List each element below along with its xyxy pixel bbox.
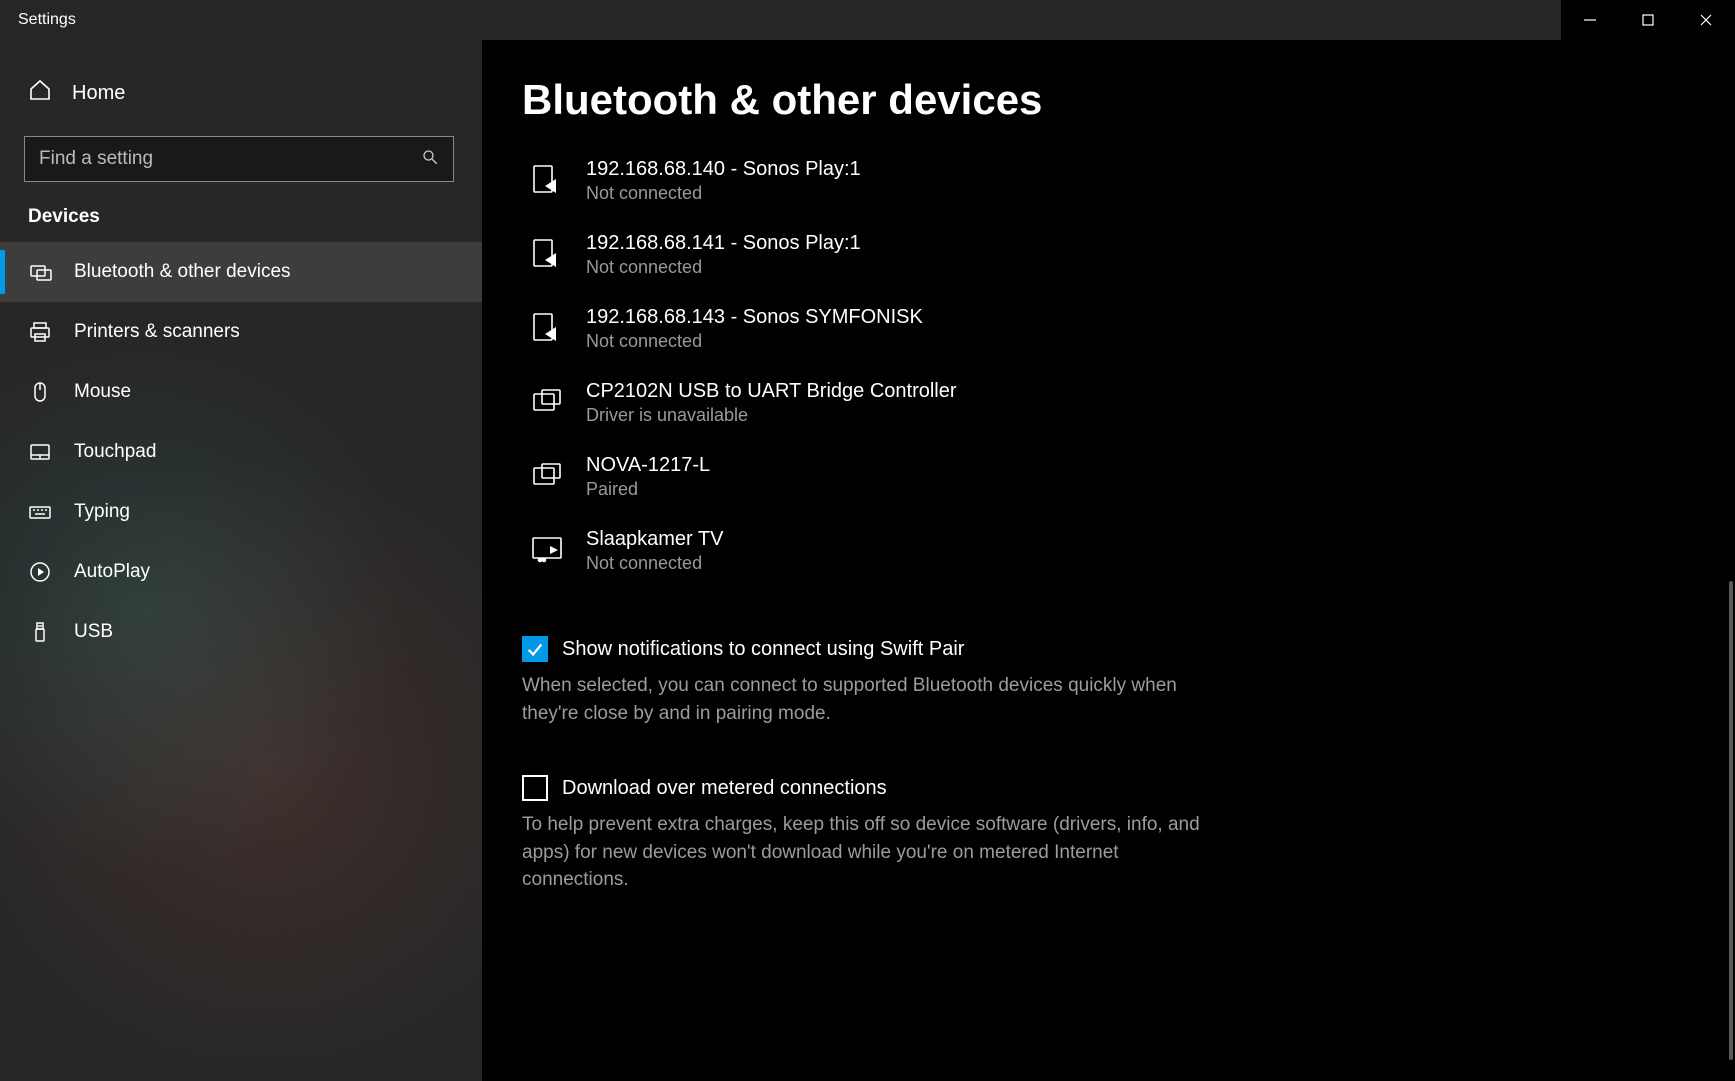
sidebar-item-mouse[interactable]: Mouse bbox=[0, 362, 482, 422]
search-input[interactable] bbox=[24, 136, 454, 182]
swift-pair-checkbox-row[interactable]: Show notifications to connect using Swif… bbox=[522, 636, 1202, 662]
home-button[interactable]: Home bbox=[0, 64, 482, 122]
media-cast-icon bbox=[528, 308, 566, 346]
sidebar-nav: Bluetooth & other devices Printers & sca… bbox=[0, 242, 482, 662]
search-field[interactable] bbox=[39, 148, 411, 170]
page-title: Bluetooth & other devices bbox=[522, 76, 1695, 124]
sidebar-item-bluetooth-devices[interactable]: Bluetooth & other devices bbox=[0, 242, 482, 302]
touchpad-icon bbox=[28, 440, 52, 464]
device-name: 192.168.68.143 - Sonos SYMFONISK bbox=[586, 306, 923, 329]
device-list: 192.168.68.140 - Sonos Play:1 Not connec… bbox=[522, 144, 1695, 588]
window-title: Settings bbox=[0, 11, 76, 29]
swift-pair-checkbox[interactable] bbox=[522, 636, 548, 662]
usb-icon bbox=[28, 620, 52, 644]
search-icon bbox=[421, 148, 439, 171]
device-row[interactable]: CP2102N USB to UART Bridge Controller Dr… bbox=[522, 366, 1695, 440]
swift-pair-option: Show notifications to connect using Swif… bbox=[522, 636, 1202, 727]
device-row[interactable]: Slaapkamer TV Not connected bbox=[522, 514, 1695, 588]
device-row[interactable]: NOVA-1217-L Paired bbox=[522, 440, 1695, 514]
sidebar-item-label: Bluetooth & other devices bbox=[74, 261, 291, 283]
maximize-icon bbox=[1641, 13, 1655, 27]
device-status: Driver is unavailable bbox=[586, 405, 957, 426]
metered-checkbox-row[interactable]: Download over metered connections bbox=[522, 775, 1202, 801]
device-status: Not connected bbox=[586, 257, 861, 278]
device-name: NOVA-1217-L bbox=[586, 454, 710, 477]
generic-device-icon bbox=[528, 456, 566, 494]
content-scrollbar[interactable] bbox=[1729, 40, 1733, 1081]
mouse-icon bbox=[28, 380, 52, 404]
sidebar-item-printer[interactable]: Printers & scanners bbox=[0, 302, 482, 362]
close-button[interactable] bbox=[1677, 0, 1735, 40]
media-cast-icon bbox=[528, 234, 566, 272]
titlebar: Settings bbox=[0, 0, 1735, 40]
minimize-button[interactable] bbox=[1561, 0, 1619, 40]
checkmark-icon bbox=[526, 640, 544, 658]
metered-description: To help prevent extra charges, keep this… bbox=[522, 811, 1202, 894]
sidebar-item-label: Printers & scanners bbox=[74, 321, 240, 343]
swift-pair-description: When selected, you can connect to suppor… bbox=[522, 672, 1202, 727]
device-name: 192.168.68.141 - Sonos Play:1 bbox=[586, 232, 861, 255]
sidebar-item-usb[interactable]: USB bbox=[0, 602, 482, 662]
device-row[interactable]: 192.168.68.141 - Sonos Play:1 Not connec… bbox=[522, 218, 1695, 292]
sidebar-category-title: Devices bbox=[0, 206, 482, 242]
metered-label: Download over metered connections bbox=[562, 777, 887, 800]
device-status: Not connected bbox=[586, 553, 723, 574]
device-text: CP2102N USB to UART Bridge Controller Dr… bbox=[586, 380, 957, 426]
printer-icon bbox=[28, 320, 52, 344]
device-name: Slaapkamer TV bbox=[586, 528, 723, 551]
generic-device-icon bbox=[528, 382, 566, 420]
window-controls bbox=[1561, 0, 1735, 40]
device-row[interactable]: 192.168.68.143 - Sonos SYMFONISK Not con… bbox=[522, 292, 1695, 366]
sidebar-item-touchpad[interactable]: Touchpad bbox=[0, 422, 482, 482]
home-label: Home bbox=[72, 82, 125, 105]
close-icon bbox=[1699, 13, 1713, 27]
keyboard-icon bbox=[28, 500, 52, 524]
metered-option: Download over metered connections To hel… bbox=[522, 775, 1202, 894]
device-row[interactable]: 192.168.68.140 - Sonos Play:1 Not connec… bbox=[522, 144, 1695, 218]
content-area: Bluetooth & other devices 192.168.68.140… bbox=[482, 40, 1735, 1081]
device-name: CP2102N USB to UART Bridge Controller bbox=[586, 380, 957, 403]
sidebar-item-keyboard[interactable]: Typing bbox=[0, 482, 482, 542]
sidebar-item-label: AutoPlay bbox=[74, 561, 150, 583]
sidebar: Home Devices Bluetooth & other devices P… bbox=[0, 40, 482, 1081]
sidebar-item-label: Typing bbox=[74, 501, 130, 523]
device-status: Not connected bbox=[586, 331, 923, 352]
device-name: 192.168.68.140 - Sonos Play:1 bbox=[586, 158, 861, 181]
maximize-button[interactable] bbox=[1619, 0, 1677, 40]
media-tv-icon bbox=[528, 530, 566, 568]
autoplay-icon bbox=[28, 560, 52, 584]
metered-checkbox[interactable] bbox=[522, 775, 548, 801]
device-text: 192.168.68.141 - Sonos Play:1 Not connec… bbox=[586, 232, 861, 278]
sidebar-item-label: Touchpad bbox=[74, 441, 156, 463]
device-status: Not connected bbox=[586, 183, 861, 204]
device-text: NOVA-1217-L Paired bbox=[586, 454, 710, 500]
sidebar-item-autoplay[interactable]: AutoPlay bbox=[0, 542, 482, 602]
media-cast-icon bbox=[528, 160, 566, 198]
device-text: 192.168.68.143 - Sonos SYMFONISK Not con… bbox=[586, 306, 923, 352]
bluetooth-devices-icon bbox=[28, 260, 52, 284]
sidebar-item-label: USB bbox=[74, 621, 113, 643]
swift-pair-label: Show notifications to connect using Swif… bbox=[562, 638, 964, 661]
home-icon bbox=[28, 78, 52, 108]
scrollbar-thumb[interactable] bbox=[1729, 581, 1733, 1060]
device-status: Paired bbox=[586, 479, 710, 500]
device-text: 192.168.68.140 - Sonos Play:1 Not connec… bbox=[586, 158, 861, 204]
sidebar-item-label: Mouse bbox=[74, 381, 131, 403]
device-text: Slaapkamer TV Not connected bbox=[586, 528, 723, 574]
minimize-icon bbox=[1583, 13, 1597, 27]
